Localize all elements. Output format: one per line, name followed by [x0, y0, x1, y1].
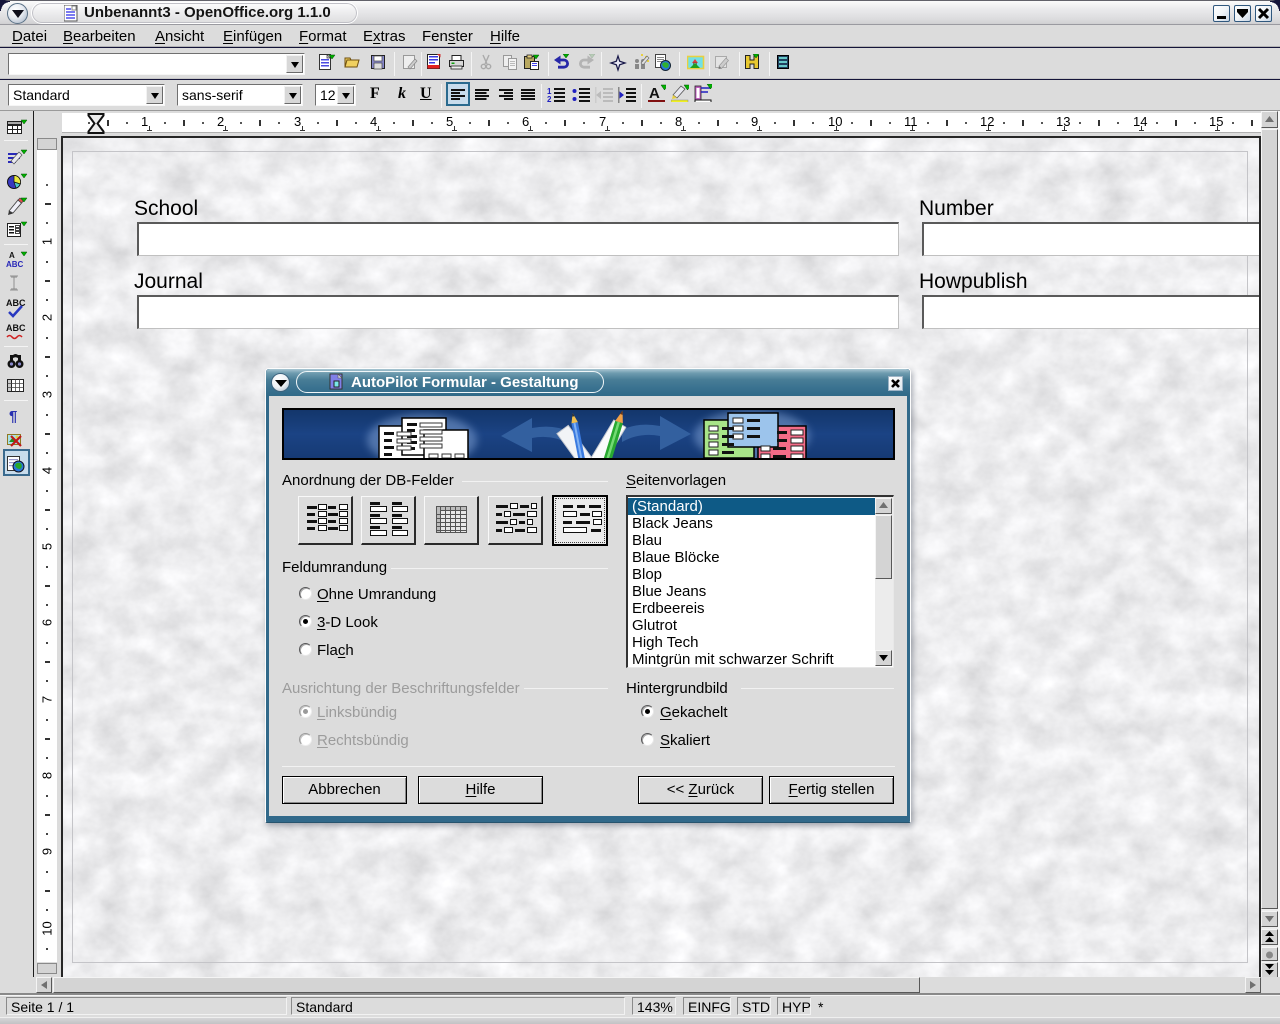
svg-text:2: 2: [547, 95, 552, 104]
svg-text:ABC: ABC: [6, 323, 26, 333]
svg-text:ABC: ABC: [6, 260, 24, 269]
svg-text:A: A: [649, 85, 660, 102]
svg-text:A: A: [9, 251, 15, 260]
svg-text:¶: ¶: [9, 408, 17, 425]
svg-text:ABC: ABC: [6, 298, 26, 308]
